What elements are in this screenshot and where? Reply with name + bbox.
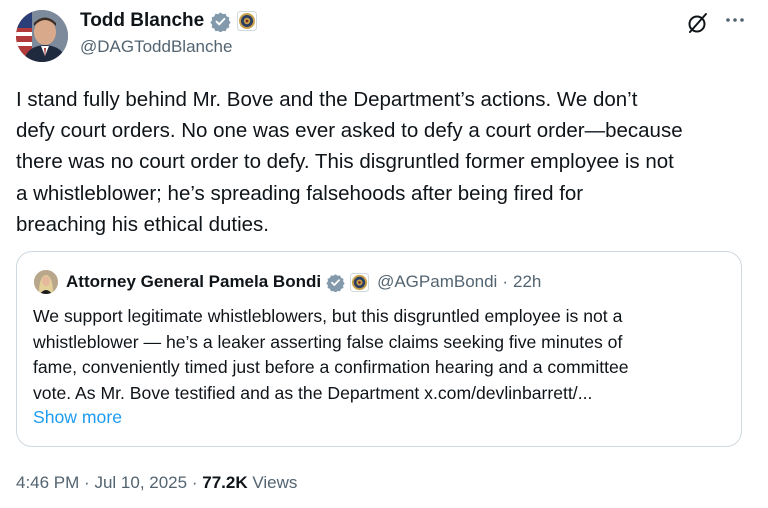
author-avatar[interactable] (16, 10, 68, 62)
quoted-doj-seal-icon[interactable] (350, 272, 370, 292)
quoted-tweet-text: We support legitimate whistleblowers, bu… (33, 306, 629, 403)
tweet-time[interactable]: 4:46 PM (16, 473, 79, 492)
quoted-author-handle[interactable]: @AGPamBondi (377, 272, 497, 292)
quoted-author-avatar[interactable] (34, 270, 58, 294)
verified-badge-icon[interactable] (210, 11, 231, 33)
author-name-row: Todd Blanche (80, 10, 258, 33)
tweet-meta: 4:46 PM · Jul 10, 2025 · 77.2K Views (16, 473, 297, 493)
show-more-link[interactable]: Show more (33, 407, 122, 428)
author-handle[interactable]: @DAGToddBlanche (80, 37, 232, 57)
quoted-tweet-header: Attorney General Pamela Bondi @AGPamBond… (34, 270, 541, 294)
doj-seal-icon[interactable] (237, 11, 258, 31)
author-avatar-image (16, 10, 68, 62)
quoted-time[interactable]: 22h (513, 272, 541, 292)
meta-separator: · (84, 473, 90, 492)
views-label: Views (252, 473, 298, 492)
quoted-author-name[interactable]: Attorney General Pamela Bondi (66, 272, 321, 292)
views-count[interactable]: 77.2K (202, 473, 247, 492)
quoted-separator: · (502, 272, 509, 291)
tweet-text: I stand fully behind Mr. Bove and the De… (16, 88, 683, 236)
grok-icon[interactable] (685, 10, 711, 36)
quoted-tweet-card[interactable]: Attorney General Pamela Bondi @AGPamBond… (16, 251, 742, 447)
tweet-date[interactable]: Jul 10, 2025 (94, 473, 187, 492)
meta-separator-2: · (191, 473, 198, 492)
quoted-verified-badge-icon[interactable] (326, 273, 345, 293)
author-name[interactable]: Todd Blanche (80, 10, 204, 32)
more-icon[interactable] (720, 8, 750, 32)
